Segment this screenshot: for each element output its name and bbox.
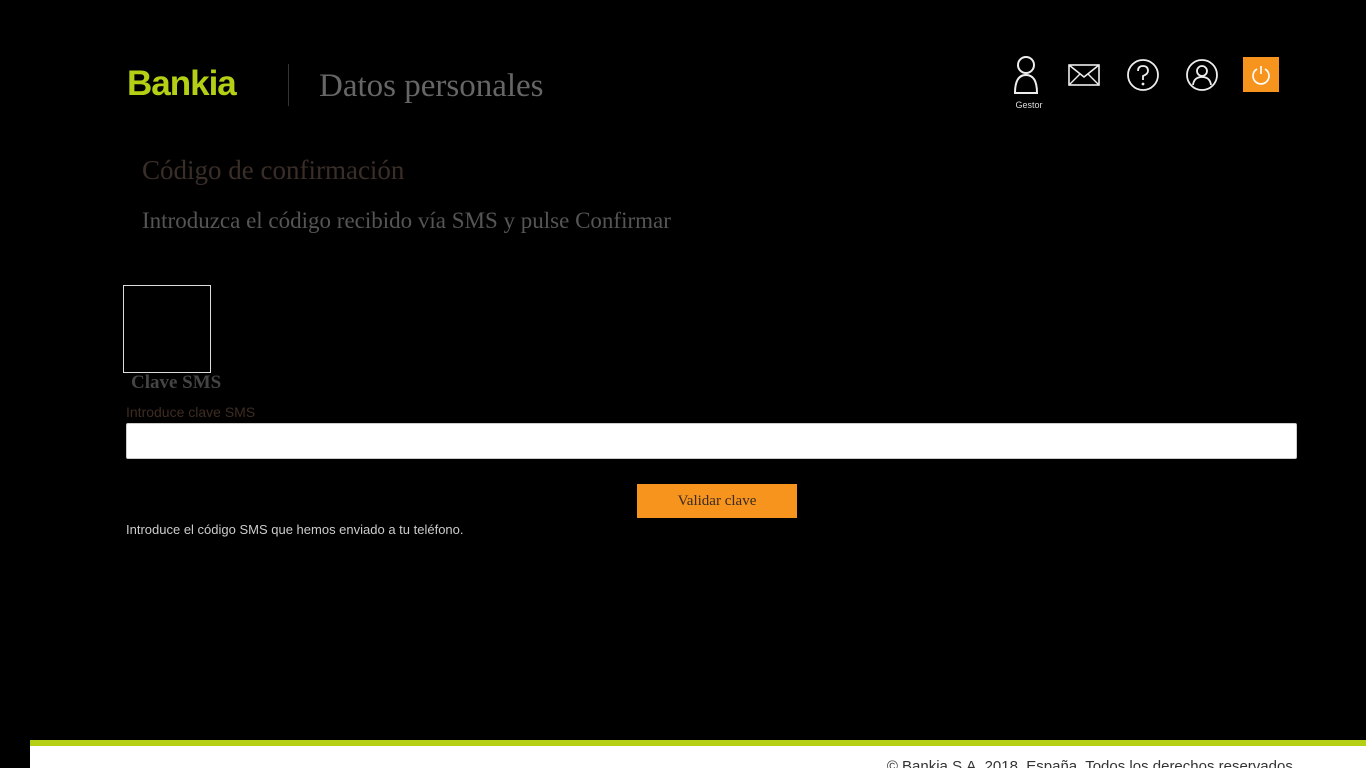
header-divider <box>288 64 289 106</box>
sms-image-placeholder <box>123 285 211 373</box>
page: Bankia Datos personales Gestor Código de… <box>0 0 1366 768</box>
help-button[interactable] <box>1125 57 1161 93</box>
validate-button[interactable]: Validar clave <box>637 484 797 518</box>
gestor-button[interactable] <box>1008 56 1044 94</box>
sms-field-label: Introduce clave SMS <box>126 404 256 420</box>
power-icon <box>1252 65 1270 85</box>
sms-code-input[interactable] <box>126 423 1297 459</box>
footer: © Bankia S.A. 2018. España. Todos los de… <box>30 746 1366 768</box>
mail-icon <box>1068 64 1100 86</box>
page-title: Datos personales <box>319 68 544 104</box>
profile-button[interactable] <box>1184 57 1220 93</box>
mail-button[interactable] <box>1066 57 1102 93</box>
gestor-label: Gestor <box>1015 100 1043 110</box>
section-title: Código de confirmación <box>142 155 405 185</box>
sms-field-heading: Clave SMS <box>131 372 222 393</box>
footer-copyright: © Bankia S.A. 2018. España. Todos los de… <box>886 758 1297 768</box>
gestor-icon <box>1013 56 1039 94</box>
logout-button[interactable] <box>1243 57 1279 92</box>
help-text: Introduce el código SMS que hemos enviad… <box>126 522 464 537</box>
section-subtitle: Introduzca el código recibido vía SMS y … <box>142 208 671 233</box>
user-profile-icon <box>1186 59 1218 91</box>
help-icon <box>1127 59 1159 91</box>
bankia-logo[interactable]: Bankia <box>127 64 237 104</box>
